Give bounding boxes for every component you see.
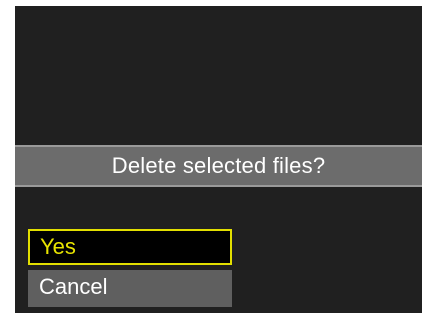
cancel-option[interactable]: Cancel	[28, 270, 232, 307]
camera-screen: Delete selected files? Yes Cancel	[15, 6, 422, 313]
delete-confirmation-message: Delete selected files?	[15, 145, 422, 187]
yes-option[interactable]: Yes	[28, 229, 232, 265]
